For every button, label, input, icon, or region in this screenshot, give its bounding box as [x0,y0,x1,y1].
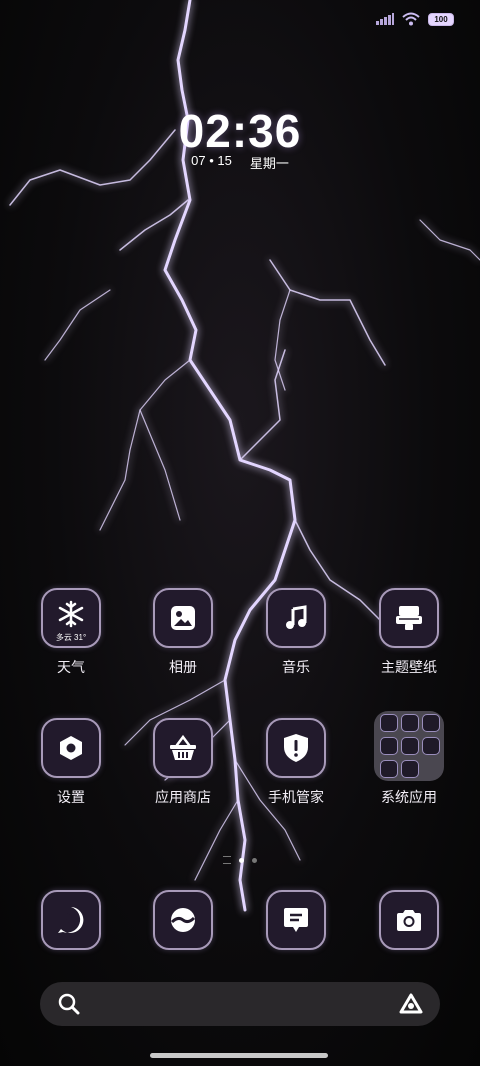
page-list-indicator[interactable] [223,856,231,864]
app-gallery[interactable]: 相册 [128,588,238,677]
phone-icon [41,890,101,950]
image-icon [153,588,213,648]
music-note-icon [266,588,326,648]
wifi-icon [402,12,420,26]
page-dot[interactable] [252,857,257,863]
page-dot-active[interactable] [239,857,244,863]
folder-system-apps[interactable]: 系统应用 [354,711,464,807]
home-indicator[interactable] [150,1053,328,1058]
app-settings[interactable]: 设置 [16,718,126,807]
app-store[interactable]: 应用商店 [128,718,238,807]
mini-app-icon [401,714,419,732]
mini-app-icon [380,737,398,755]
app-label: 系统应用 [381,789,437,805]
clock-time[interactable]: 02:36 [0,104,480,158]
search-icon[interactable] [58,993,80,1015]
assistant-icon[interactable] [398,992,424,1016]
app-label: 应用商店 [155,789,211,805]
mini-app-icon [422,737,440,755]
battery-indicator: 100 [428,12,454,26]
signal-icon [376,13,394,25]
app-music[interactable]: 音乐 [241,588,351,677]
mini-app-icon [401,737,419,755]
browser-icon [153,890,213,950]
camera-icon [379,890,439,950]
app-label: 手机管家 [268,789,324,805]
theme-icon [379,588,439,648]
app-phone-manager[interactable]: 手机管家 [241,718,351,807]
app-label: 音乐 [282,659,310,675]
message-icon [266,890,326,950]
basket-icon [153,718,213,778]
status-bar: 100 [376,12,454,26]
folder-icon [374,711,444,781]
search-bar[interactable] [40,982,440,1026]
date-text: 07 • 15 [191,153,232,168]
dock-messages[interactable] [241,890,351,950]
app-label: 相册 [169,659,197,675]
mini-app-icon [380,760,398,778]
mini-app-icon [401,760,419,778]
app-weather[interactable]: 多云 31° 天气 [16,588,126,677]
page-indicator[interactable] [0,856,480,864]
app-label: 天气 [57,659,85,675]
clock-date[interactable]: 07 • 15 星期一 [0,153,480,172]
app-label: 设置 [57,789,85,805]
app-themes[interactable]: 主题壁纸 [354,588,464,677]
snowflake-icon: 多云 31° [41,588,101,648]
weekday-text: 星期一 [249,156,289,171]
shield-icon [266,718,326,778]
dock-browser[interactable] [128,890,238,950]
dock-phone[interactable] [16,890,126,950]
mini-app-icon [422,714,440,732]
hex-nut-icon [41,718,101,778]
weather-summary: 多云 31° [55,633,87,642]
app-label: 主题壁纸 [381,659,437,675]
dock-camera[interactable] [354,890,464,950]
mini-app-icon [380,714,398,732]
